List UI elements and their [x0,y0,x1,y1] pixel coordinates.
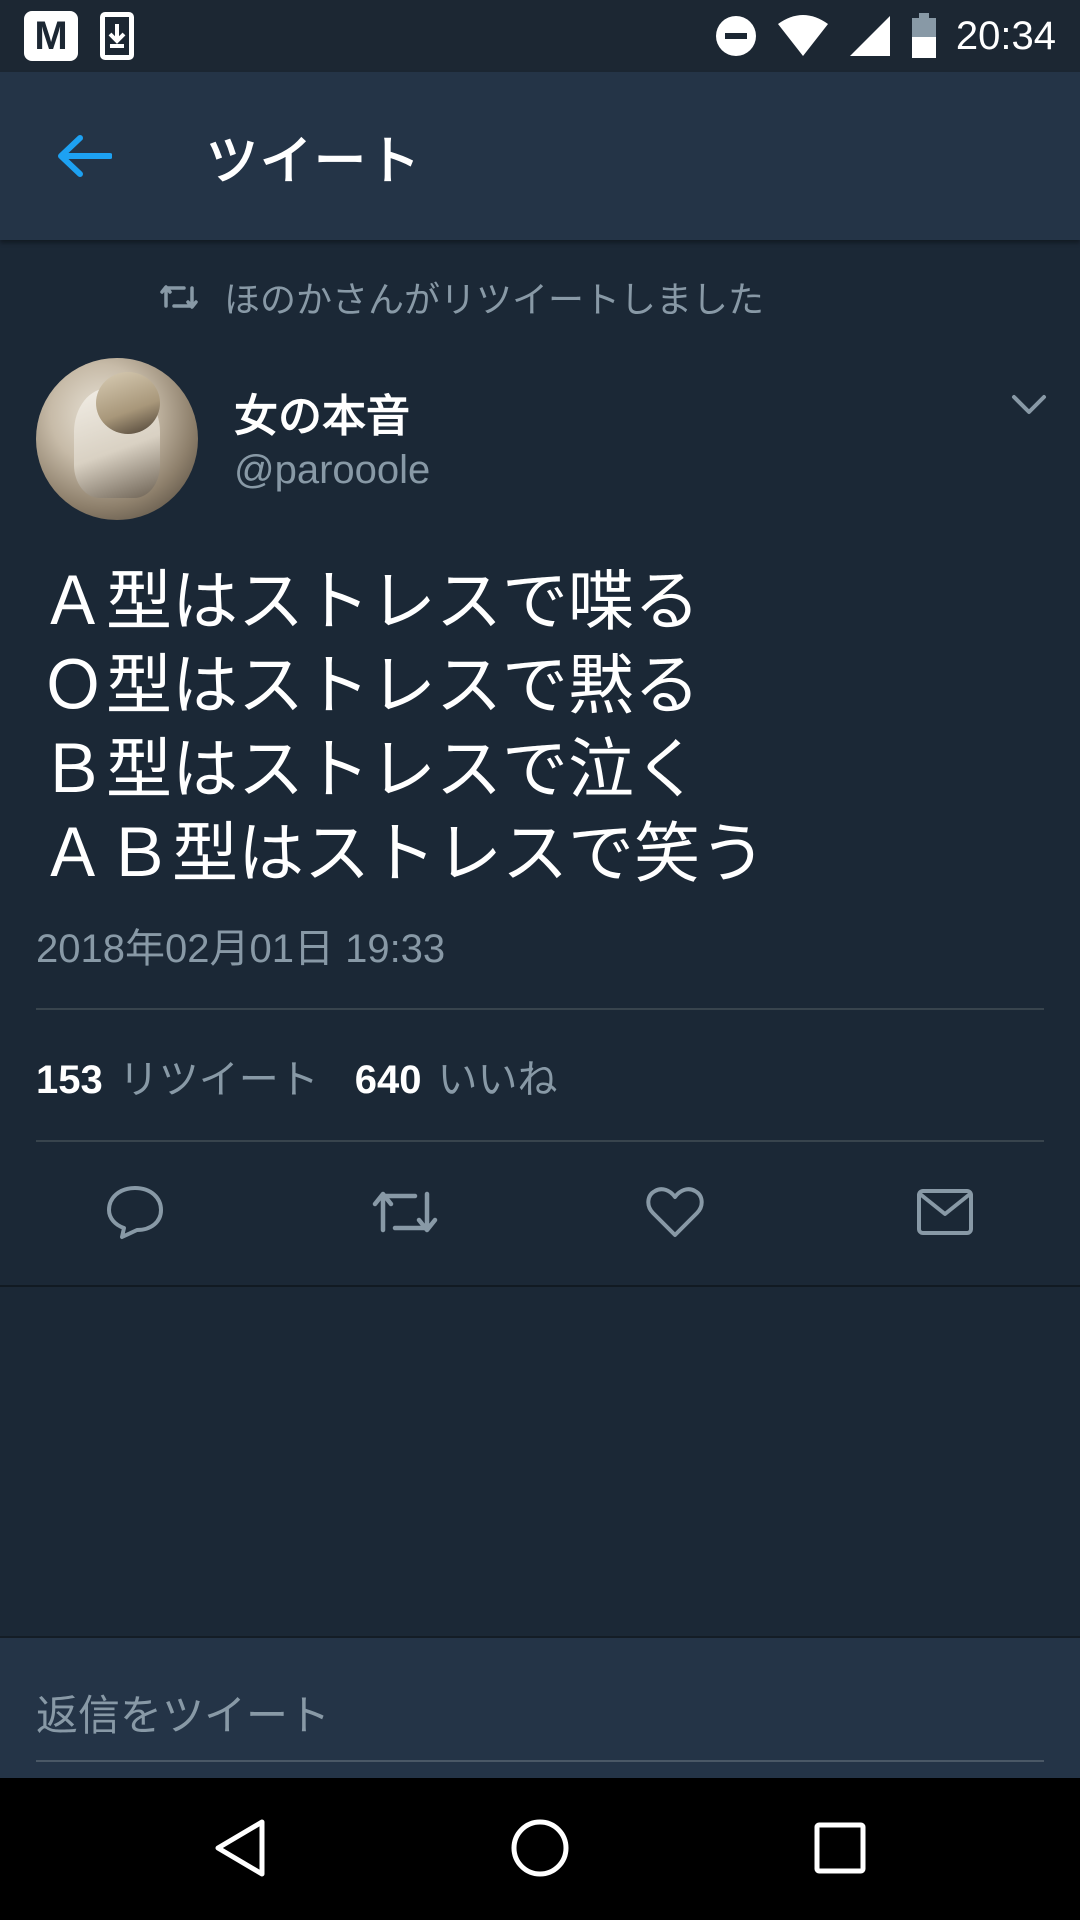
reply-underline [36,1760,1044,1762]
retweet-stat[interactable]: 153 リツイート [36,1047,319,1105]
direct-message-button[interactable] [905,1172,985,1252]
status-bar: M 20:34 [0,0,1080,72]
nav-back-button[interactable] [190,1798,290,1898]
tweet-menu-button[interactable] [1004,380,1054,430]
like-icon [646,1187,704,1237]
divider [36,1140,1044,1142]
direct-message-icon [917,1189,973,1235]
back-arrow-icon [58,135,112,177]
divider [36,1008,1044,1010]
triangle-back-icon [215,1819,265,1877]
top-app-bar: ツイート [0,72,1080,240]
section-divider [0,1285,1080,1287]
wifi-icon [777,15,828,56]
retweet-small-icon [160,285,198,309]
nav-home-button[interactable] [490,1798,590,1898]
retweet-count: 153 [36,1058,103,1102]
tweet-timestamp: 2018年02月01日 19:33 [36,927,446,971]
like-button[interactable] [635,1172,715,1252]
back-button[interactable] [24,96,144,216]
page-title: ツイート [206,131,423,192]
system-nav-bar [0,1778,1080,1920]
like-count: 640 [354,1058,422,1102]
m-app-icon: M [24,11,78,61]
like-label: いいね [437,1057,558,1103]
retweeted-by-text: ほのかさんがリツイートしました [224,280,765,321]
author-name[interactable]: 女の本音 [234,380,410,444]
download-icon [100,12,134,60]
do-not-disturb-icon [715,16,756,56]
retweet-button[interactable] [365,1172,445,1252]
clock: 20:34 [955,13,1056,58]
avatar[interactable] [36,358,198,520]
tweet-line: Ｂ型はストレスで泣く [40,731,700,808]
circle-home-icon [511,1819,569,1877]
reply-bar: 返信をツイート [0,1636,1080,1778]
retweet-label: リツイート [118,1057,319,1103]
retweet-context[interactable]: ほのかさんがリツイートしました [160,272,764,322]
reply-input[interactable]: 返信をツイート [36,1682,330,1743]
like-stat[interactable]: 640 いいね [355,1047,558,1105]
retweet-icon [372,1191,438,1233]
square-recents-icon [814,1822,866,1874]
tweet-stats: 153 リツイート 640 いいね [36,1046,558,1106]
author-handle[interactable]: @parooole [234,448,430,493]
reply-button[interactable] [95,1172,175,1252]
tweet-actions [0,1172,1080,1252]
chevron-down-icon [1012,395,1046,414]
reply-icon [107,1186,163,1239]
nav-recents-button[interactable] [790,1798,890,1898]
battery-icon [911,13,936,58]
signal-icon [849,16,890,56]
tweet-line: Ａ型はストレスで喋る [40,563,700,640]
tweet-body: Ａ型はストレスで喋る Ｏ型はストレスで黙る Ｂ型はストレスで泣く ＡＢ型はストレ… [40,560,1040,896]
tweet-line: Ｏ型はストレスで黙る [40,647,700,724]
tweet-line: ＡＢ型はストレスで笑う [40,815,766,892]
